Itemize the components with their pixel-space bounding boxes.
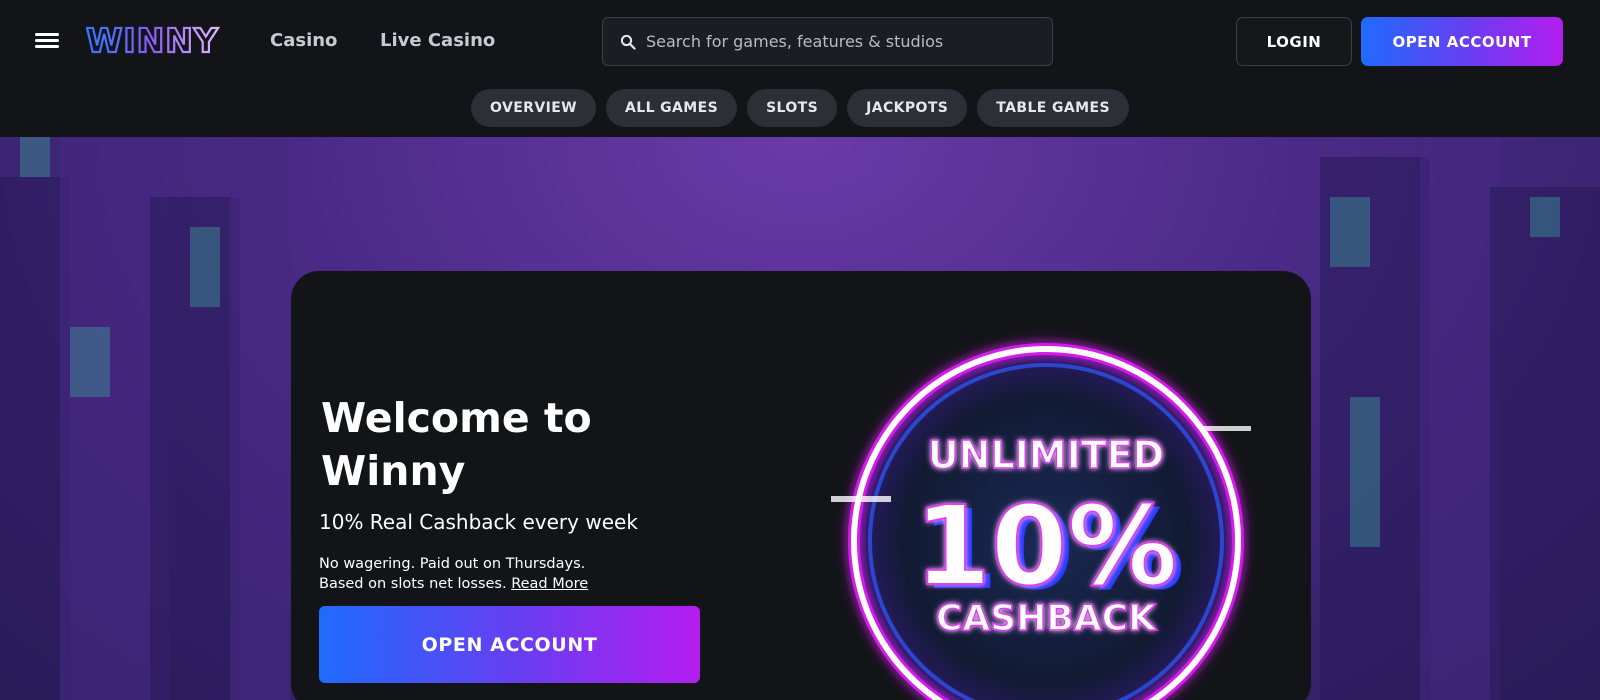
nav-live-casino-link[interactable]: Live Casino <box>380 30 495 51</box>
city-sign <box>1330 197 1370 267</box>
winny-logo[interactable]: WINNY <box>86 22 240 58</box>
logo-text: WINNY <box>86 22 219 58</box>
read-more-link[interactable]: Read More <box>511 576 588 592</box>
glitch-line <box>831 496 891 502</box>
city-building <box>1490 187 1600 700</box>
city-sign <box>1530 197 1560 237</box>
tab-jackpots[interactable]: JACKPOTS <box>847 89 968 127</box>
tab-slots[interactable]: SLOTS <box>747 89 838 127</box>
login-button[interactable]: LOGIN <box>1236 17 1352 66</box>
city-sign <box>190 227 220 307</box>
top-header: WINNY Casino Live Casino LOGIN OPEN ACCO… <box>0 0 1600 137</box>
glitch-line <box>1201 426 1251 431</box>
nav-casino-link[interactable]: Casino <box>270 30 337 51</box>
promo-subtitle: 10% Real Cashback every week <box>319 510 638 534</box>
open-account-hero-button[interactable]: OPEN ACCOUNT <box>319 606 700 683</box>
category-tabs: OVERVIEW ALL GAMES SLOTS JACKPOTS TABLE … <box>0 89 1600 127</box>
badge-percent-text: 10% <box>914 482 1177 610</box>
badge-cashback-text: CASHBACK <box>936 598 1157 639</box>
promo-details-line2: Based on slots net losses. <box>319 576 507 592</box>
promo-details-line1: No wagering. Paid out on Thursdays. <box>319 556 586 572</box>
hamburger-menu-icon[interactable] <box>35 31 59 49</box>
city-sign <box>20 137 50 177</box>
cashback-badge: UNLIMITED 10% 10% CASHBACK <box>831 343 1251 700</box>
search-icon <box>620 34 636 50</box>
promo-title: Welcome to Winny <box>321 394 592 495</box>
city-sign <box>1350 397 1380 547</box>
promo-details: No wagering. Paid out on Thursdays. Base… <box>319 554 649 594</box>
tab-all-games[interactable]: ALL GAMES <box>606 89 738 127</box>
search-box[interactable] <box>602 17 1053 66</box>
search-input[interactable] <box>646 18 1046 65</box>
tab-overview[interactable]: OVERVIEW <box>471 89 597 127</box>
city-building <box>1420 137 1500 700</box>
badge-unlimited-text: UNLIMITED <box>928 433 1164 477</box>
city-sign <box>70 327 110 397</box>
open-account-header-button[interactable]: OPEN ACCOUNT <box>1361 17 1563 66</box>
tab-table-games[interactable]: TABLE GAMES <box>977 89 1129 127</box>
city-building <box>230 137 290 700</box>
promo-card: Welcome to Winny 10% Real Cashback every… <box>291 271 1311 700</box>
